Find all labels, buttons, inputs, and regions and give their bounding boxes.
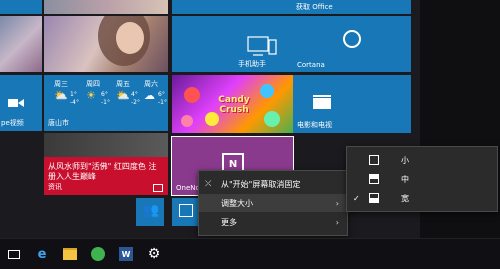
tile-video[interactable]: pe视频 xyxy=(0,75,42,131)
tile-candy-crush[interactable]: Candy Crush xyxy=(172,75,293,133)
news-source: 资讯 xyxy=(48,183,62,191)
task-view-icon[interactable] xyxy=(6,246,22,262)
photo-image xyxy=(98,16,150,66)
tile-cortana[interactable]: Cortana xyxy=(293,16,411,72)
tile-calendar[interactable] xyxy=(172,198,200,226)
weather-day-4: 周六 xyxy=(144,80,158,88)
partly-cloudy-icon: ⛅ xyxy=(116,89,130,102)
calendar-icon xyxy=(179,204,193,217)
sun-icon: ☀ xyxy=(86,89,96,102)
size-submenu: 小 中 ✓ 宽 xyxy=(346,146,498,212)
settings-gear-icon[interactable]: ⚙ xyxy=(146,246,162,262)
get-office-label: 获取 Office xyxy=(296,3,333,11)
weather-city: 唐山市 xyxy=(48,119,69,127)
news-image xyxy=(44,133,168,157)
chevron-right-icon: › xyxy=(335,217,339,227)
wide-tile-icon xyxy=(369,193,379,203)
menu-item-unpin[interactable]: ⤫ 从"开始"屏幕取消固定 xyxy=(199,175,347,193)
weather-low-2: -1° xyxy=(101,99,110,106)
film-icon xyxy=(313,95,331,109)
edge-browser-icon[interactable]: e xyxy=(34,246,50,262)
size-small-label: 小 xyxy=(401,155,409,165)
menu-item-more-label: 更多 xyxy=(221,217,237,227)
weather-high-1: 1° xyxy=(70,91,77,98)
tile-phone-assistant[interactable]: 手机助手 xyxy=(172,16,293,72)
video-camera-icon xyxy=(8,99,24,107)
word-icon[interactable]: W xyxy=(118,246,134,262)
small-tile-icon xyxy=(369,155,379,165)
tile-photos-small[interactable] xyxy=(0,16,42,72)
weather-low-1: -4° xyxy=(70,99,79,106)
menu-item-more[interactable]: 更多 › xyxy=(199,213,347,231)
weather-day-3: 周五 xyxy=(116,80,130,88)
weather-low-4: -1° xyxy=(158,99,167,106)
size-wide-option[interactable]: ✓ 宽 xyxy=(347,189,497,207)
medium-tile-icon xyxy=(369,174,379,184)
phone-icon xyxy=(247,36,277,56)
tile-photos-large[interactable] xyxy=(44,16,168,72)
tile-people[interactable]: 👥 xyxy=(136,198,164,226)
video-label: pe视频 xyxy=(1,119,24,127)
chevron-right-icon: › xyxy=(335,198,339,208)
people-icon: 👥 xyxy=(143,203,160,218)
file-explorer-icon[interactable] xyxy=(62,246,78,262)
cloud-icon: ☁ xyxy=(144,89,155,102)
cortana-icon xyxy=(343,30,361,48)
size-medium-label: 中 xyxy=(401,174,409,184)
news-headline: 从风水师到"活佛" 红四度色 注册入人生巅峰 xyxy=(48,162,157,181)
tile-top-mid[interactable] xyxy=(172,0,293,14)
partly-cloudy-icon: ⛅ xyxy=(54,89,68,102)
weather-high-2: 6° xyxy=(101,91,108,98)
weather-day-1: 周三 xyxy=(54,80,68,88)
tile-top-left[interactable] xyxy=(0,0,42,14)
menu-item-resize-label: 调整大小 xyxy=(221,198,253,208)
size-wide-label: 宽 xyxy=(401,193,409,203)
checkmark-icon: ✓ xyxy=(353,193,360,203)
cortana-label: Cortana xyxy=(297,61,325,69)
candy-crush-logo: Candy Crush xyxy=(218,95,250,115)
context-menu: ⤫ 从"开始"屏幕取消固定 调整大小 › 更多 › xyxy=(198,170,348,236)
unpin-icon: ⤫ xyxy=(205,179,212,188)
weather-high-4: 6° xyxy=(158,91,165,98)
phone-assistant-label: 手机助手 xyxy=(238,60,266,68)
tile-movies-tv[interactable]: 电影和电视 xyxy=(293,75,411,133)
tile-weather[interactable]: 周三 周四 周五 周六 ⛅ ☀ ⛅ ☁ 1° -4° 6° -1° 4° -2°… xyxy=(44,75,168,131)
menu-item-unpin-label: 从"开始"屏幕取消固定 xyxy=(221,179,301,189)
weather-high-3: 4° xyxy=(131,91,138,98)
phone-assistant-taskbar-icon[interactable] xyxy=(90,246,106,262)
tile-photo-small[interactable] xyxy=(44,0,168,14)
tile-news[interactable]: 从风水师到"活佛" 红四度色 注册入人生巅峰 资讯 xyxy=(44,133,168,195)
weather-low-3: -2° xyxy=(131,99,140,106)
tile-get-office[interactable]: 获取 Office xyxy=(293,0,411,14)
weather-day-2: 周四 xyxy=(86,80,100,88)
taskbar: e W ⚙ xyxy=(0,238,500,269)
size-small-option[interactable]: 小 xyxy=(347,151,497,169)
movies-tv-label: 电影和电视 xyxy=(297,121,332,129)
size-medium-option[interactable]: 中 xyxy=(347,170,497,188)
menu-item-resize[interactable]: 调整大小 › xyxy=(199,194,347,212)
news-icon xyxy=(153,184,163,192)
